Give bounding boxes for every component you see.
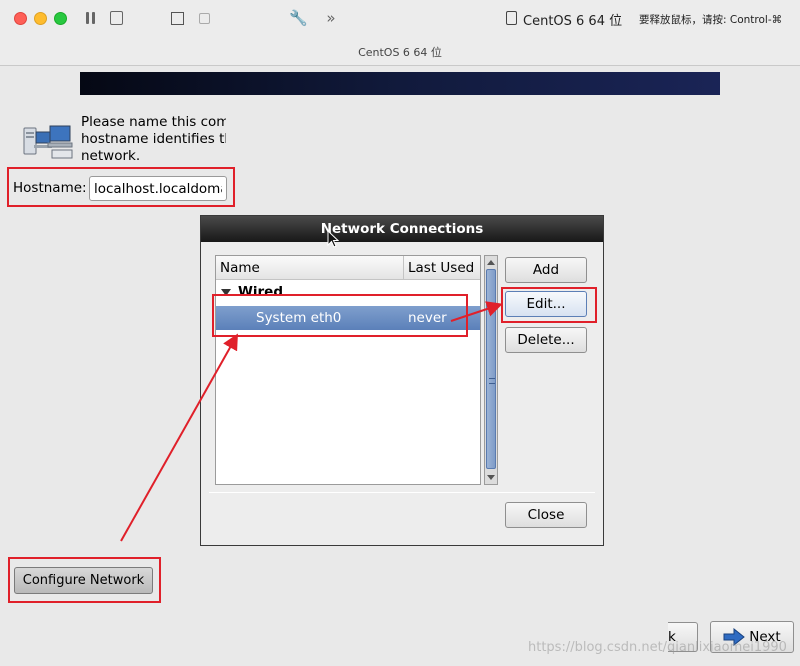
scroll-thumb[interactable]: [486, 269, 496, 469]
list-scrollbar[interactable]: [484, 255, 498, 485]
annotation-box-configure: [8, 557, 161, 603]
close-button[interactable]: Close: [505, 502, 587, 528]
scroll-up-arrow-icon[interactable]: [487, 260, 495, 265]
annotation-box-hostname: [7, 167, 235, 207]
annotation-box-connection: [212, 294, 468, 337]
grip-icon: [489, 378, 495, 384]
zoom-window-button[interactable]: [54, 12, 67, 25]
mouse-cursor-icon: [327, 230, 339, 248]
fullscreen-icon[interactable]: [171, 12, 184, 25]
column-header-last-used[interactable]: Last Used: [404, 256, 480, 280]
delete-button[interactable]: Delete...: [505, 327, 587, 353]
minimize-window-button[interactable]: [34, 12, 47, 25]
watermark: https://blog.csdn.net/qianlixiaomei1990: [528, 640, 787, 655]
window-titlebar: 🔧 » CentOS 6 64 位 要释放鼠标，请按: Control-⌘ Ce…: [0, 0, 800, 66]
centos-banner: [80, 72, 720, 95]
release-mouse-hint: 要释放鼠标，请按: Control-⌘: [639, 14, 783, 26]
window-title: CentOS 6 64 位: [358, 46, 442, 59]
vm-name: CentOS 6 64 位: [523, 14, 623, 29]
network-connections-dialog: Network Connections Name Last Used Wired…: [200, 215, 604, 546]
network-computers-icon: [23, 125, 73, 159]
vm-icon: [506, 11, 517, 25]
intro-line: Please name this com: [81, 114, 226, 130]
close-window-button[interactable]: [14, 12, 27, 25]
connections-list[interactable]: Name Last Used Wired System eth0 never: [215, 255, 481, 485]
scroll-down-arrow-icon[interactable]: [487, 475, 495, 480]
annotation-box-edit: [501, 287, 597, 323]
column-header-name[interactable]: Name: [216, 256, 404, 280]
snapshot-icon[interactable]: [110, 11, 123, 25]
wrench-icon[interactable]: 🔧: [289, 10, 308, 26]
more-chevron-icon[interactable]: »: [323, 10, 339, 26]
unity-icon[interactable]: [199, 13, 210, 24]
dialog-separator: [209, 492, 595, 493]
intro-line: network.: [81, 148, 141, 164]
intro-text: Please name this com hostname identifies…: [81, 114, 226, 165]
intro-line: hostname identifies th: [81, 131, 226, 147]
add-button[interactable]: Add: [505, 257, 587, 283]
pause-icon[interactable]: [83, 10, 99, 26]
dialog-title: Network Connections: [201, 216, 603, 242]
